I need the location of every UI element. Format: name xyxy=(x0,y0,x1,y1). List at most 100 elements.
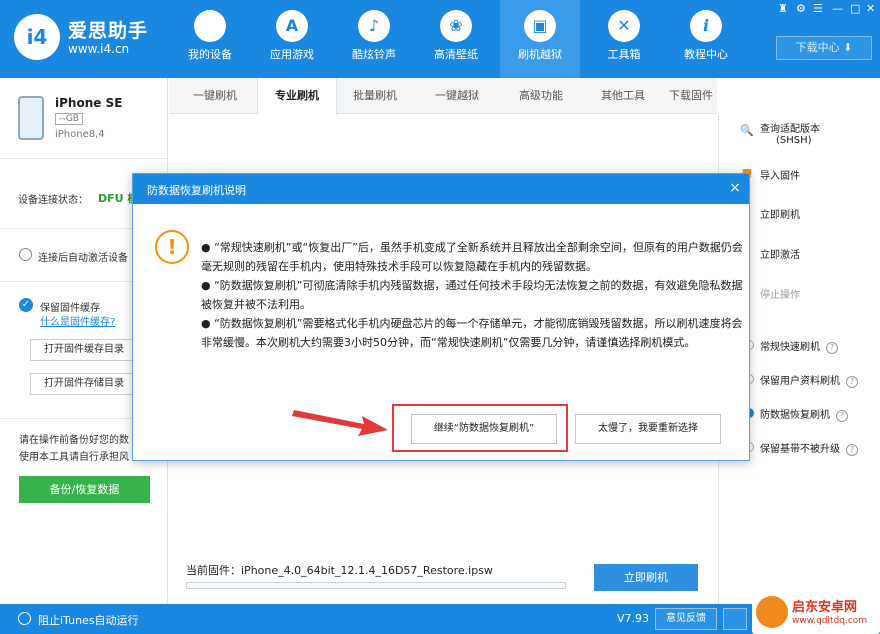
dialog-body: ● “常规快速刷机”或“恢复出厂”后，虽然手机变成了全新系统并且释放出全部剩余空… xyxy=(201,238,753,352)
mode-normal-label: 常规快速刷机 xyxy=(760,342,820,353)
tab-download-firmware[interactable]: 下载固件 xyxy=(665,78,717,114)
tab-bar: 一键刷机 专业刷机 批量刷机 一键越狱 高级功能 其他工具 下载固件 xyxy=(169,78,717,115)
nav-label: 酷炫铃声 xyxy=(352,48,396,61)
nav-label: 应用游戏 xyxy=(270,48,314,61)
mode-keep-baseband-label: 保留基带不被升级 xyxy=(760,444,840,455)
app-store-icon: A xyxy=(276,10,308,42)
keep-cache-label: 保留固件缓存 xyxy=(40,303,100,314)
connection-status-label: 设备连接状态： xyxy=(18,195,88,206)
dialog-paragraph: ● “防数据恢复刷机”可彻底清除手机内残留数据，通过任何技术手段均无法恢复之前的… xyxy=(201,279,743,311)
help-icon[interactable]: ? xyxy=(846,376,858,388)
nav-label: 教程中心 xyxy=(684,48,728,61)
what-is-cache-link[interactable]: 什么是固件缓存? xyxy=(40,313,115,328)
shsh-query-sub: (SHSH) xyxy=(776,135,812,146)
nav-label: 刷机越狱 xyxy=(518,48,562,61)
current-firmware-label: 当前固件： xyxy=(186,564,241,577)
dialog-header: 防数据恢复刷机说明 × xyxy=(133,174,749,204)
auto-activate-radio[interactable] xyxy=(19,248,32,261)
watermark-url: www.qdltdq.com xyxy=(792,616,868,626)
backup-note: 使用本工具请自行承担风 xyxy=(19,452,129,463)
status-bar: 阻止iTunes自动运行 V7.93 意见反馈 xyxy=(0,604,880,634)
dialog-paragraph: ● “常规快速刷机”或“恢复出厂”后，虽然手机变成了全新系统并且释放出全部剩余空… xyxy=(201,241,743,273)
apple-icon xyxy=(194,10,226,42)
watermark-title: 启东安卓网 xyxy=(792,600,858,615)
tab-one-click-flash[interactable]: 一键刷机 xyxy=(175,78,255,114)
brand-name: 爱思助手 xyxy=(68,20,149,42)
flash-now-side-button[interactable]: 立即刷机 xyxy=(760,206,800,221)
mode-normal[interactable]: 常规快速刷机? xyxy=(760,338,838,354)
close-icon[interactable]: × xyxy=(723,176,747,200)
mode-keep-baseband[interactable]: 保留基带不被升级? xyxy=(760,440,858,456)
mode-anti-recover[interactable]: 防数据恢复刷机? xyxy=(760,406,848,422)
mode-anti-recover-label: 防数据恢复刷机 xyxy=(760,410,830,421)
feedback-button[interactable]: 意见反馈 xyxy=(655,608,717,630)
nav-toolbox[interactable]: ✕ 工具箱 xyxy=(584,0,664,78)
info-icon: i xyxy=(690,10,722,42)
current-firmware: 当前固件：iPhone_4.0_64bit_12.1.4_16D57_Resto… xyxy=(186,562,493,578)
minimize-icon[interactable]: — xyxy=(832,2,843,15)
open-storage-dir-button[interactable]: 打开固件存储目录 xyxy=(30,373,138,395)
mode-keep-data[interactable]: 保留用户资料刷机? xyxy=(760,372,858,388)
mode-keep-data-label: 保留用户资料刷机 xyxy=(760,376,840,387)
nav-flash-jailbreak[interactable]: ▣ 刷机越狱 xyxy=(500,0,580,78)
settings-button[interactable] xyxy=(723,608,747,630)
app-logo: i4 xyxy=(14,14,60,60)
device-model: iPhone8,4 xyxy=(55,129,105,140)
watermark: 启东安卓网 www.qdltdq.com xyxy=(752,592,880,634)
maximize-icon[interactable]: □ xyxy=(850,2,860,15)
search-icon: 🔍 xyxy=(740,124,754,137)
nav-label: 高清壁纸 xyxy=(434,48,478,61)
nav-label: 工具箱 xyxy=(607,48,641,61)
tab-advanced[interactable]: 高级功能 xyxy=(501,78,581,114)
close-icon[interactable]: ✕ xyxy=(866,2,875,15)
phone-icon xyxy=(18,96,44,140)
help-icon[interactable]: ? xyxy=(846,444,858,456)
device-name: iPhone SE xyxy=(55,96,123,110)
shsh-query-button[interactable]: 查询适配版本 xyxy=(760,120,820,135)
progress-bar xyxy=(186,582,566,589)
bell-icon: ♪ xyxy=(358,10,390,42)
open-cache-dir-button[interactable]: 打开固件缓存目录 xyxy=(30,339,138,361)
menu-icon[interactable]: ☰ xyxy=(813,2,823,15)
nav-my-device[interactable]: 我的设备 xyxy=(170,0,250,78)
version-label: V7.93 xyxy=(617,612,650,625)
gear-icon[interactable]: ⚙ xyxy=(796,2,806,15)
flash-now-button[interactable]: 立即刷机 xyxy=(594,564,698,591)
nav-ringtones[interactable]: ♪ 酷炫铃声 xyxy=(334,0,414,78)
tab-jailbreak[interactable]: 一键越狱 xyxy=(417,78,497,114)
auto-activate-label: 连接后自动激活设备 xyxy=(38,253,128,264)
tools-icon: ✕ xyxy=(608,10,640,42)
nav-apps[interactable]: A 应用游戏 xyxy=(252,0,332,78)
block-itunes-label: 阻止iTunes自动运行 xyxy=(38,614,139,627)
warning-icon: ! xyxy=(155,230,189,264)
backup-note: 请在操作前备份好您的数 xyxy=(19,435,129,446)
device-storage: --GB xyxy=(55,113,83,125)
keep-cache-checkbox[interactable]: ✓ xyxy=(19,298,33,312)
import-firmware-button[interactable]: 导入固件 xyxy=(760,167,800,182)
block-itunes-radio[interactable] xyxy=(18,612,31,625)
help-icon[interactable]: ? xyxy=(836,410,848,422)
box-icon: ▣ xyxy=(524,10,556,42)
tab-batch-flash[interactable]: 批量刷机 xyxy=(335,78,415,114)
dialog-paragraph: ● “防数据恢复刷机”需要格式化手机内硬盘芯片的每一个存储单元，才能彻底销毁残留… xyxy=(201,317,743,349)
brand-url: www.i4.cn xyxy=(68,42,130,56)
shirt-icon[interactable]: ♜ xyxy=(778,2,788,15)
backup-restore-button[interactable]: 备份/恢复数据 xyxy=(19,476,150,503)
reselect-button[interactable]: 太慢了，我要重新选择 xyxy=(575,414,721,444)
highlight-box xyxy=(392,404,568,452)
download-center-button[interactable]: 下载中心 ⬇ xyxy=(776,36,872,60)
divider xyxy=(0,158,168,159)
arrow-icon xyxy=(292,410,388,436)
activate-now-button[interactable]: 立即激活 xyxy=(760,246,800,261)
help-icon[interactable]: ? xyxy=(826,342,838,354)
nav-tutorials[interactable]: i 教程中心 xyxy=(666,0,746,78)
stop-operation-button[interactable]: 停止操作 xyxy=(760,286,800,301)
flower-icon: ❀ xyxy=(440,10,472,42)
top-bar: i4 爱思助手 www.i4.cn 我的设备 A 应用游戏 ♪ 酷炫铃声 ❀ 高… xyxy=(0,0,880,78)
tab-other-tools[interactable]: 其他工具 xyxy=(583,78,663,114)
nav-wallpapers[interactable]: ❀ 高清壁纸 xyxy=(416,0,496,78)
current-firmware-value: iPhone_4.0_64bit_12.1.4_16D57_Restore.ip… xyxy=(241,564,493,577)
nav-label: 我的设备 xyxy=(188,48,232,61)
dialog-title: 防数据恢复刷机说明 xyxy=(147,184,246,197)
tab-pro-flash[interactable]: 专业刷机 xyxy=(257,78,337,115)
